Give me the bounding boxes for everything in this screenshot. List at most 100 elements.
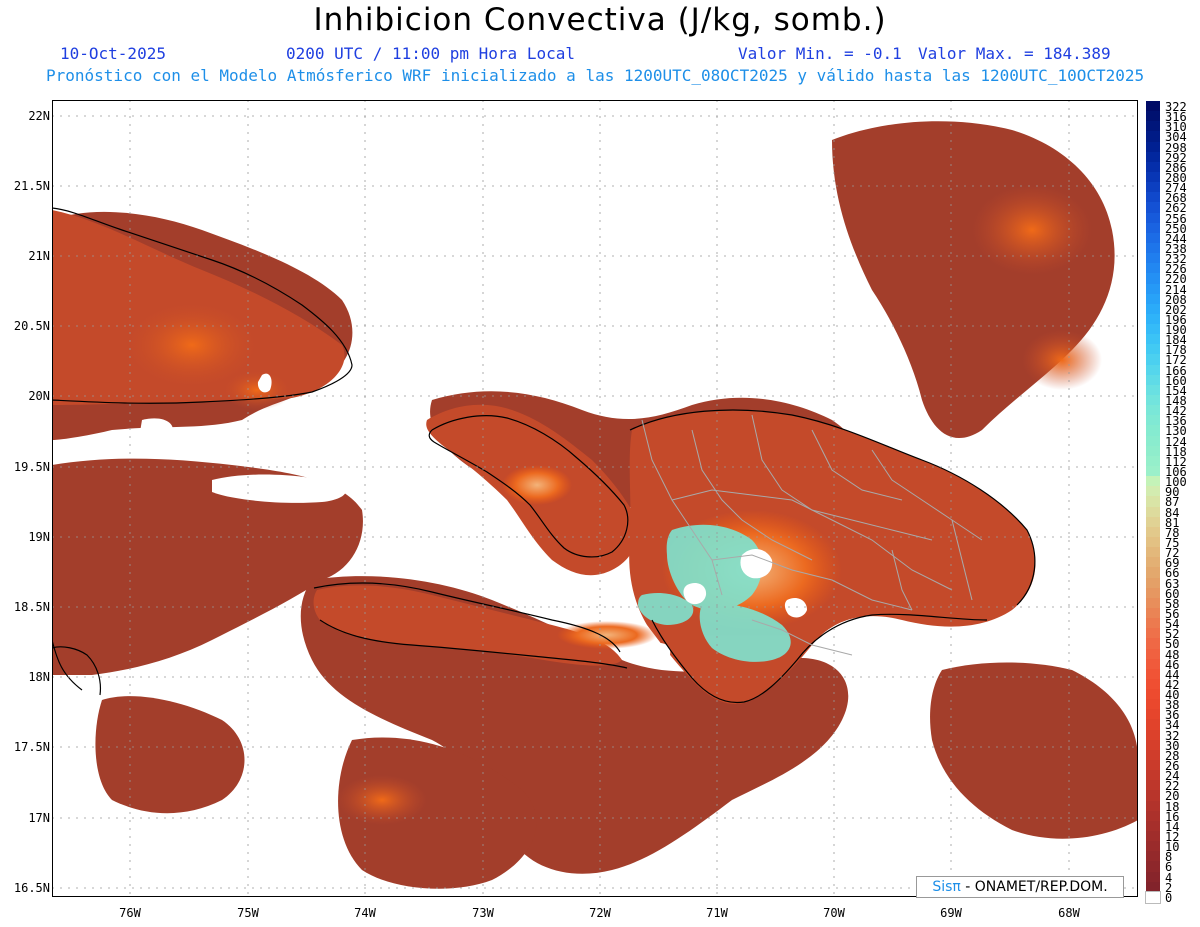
colorbar-segment [1146, 131, 1160, 143]
colorbar-segment [1146, 719, 1160, 731]
colorbar-segment [1146, 151, 1160, 163]
colorbar-segment [1146, 689, 1160, 700]
colorbar-segment [1146, 171, 1160, 183]
colorbar-segment [1146, 324, 1160, 335]
colorbar-segment [1146, 384, 1160, 396]
colorbar-segment [1146, 628, 1160, 639]
colorbar-segment [1146, 709, 1160, 721]
colorbar-segment [1146, 536, 1160, 548]
colorbar-segment [1146, 790, 1160, 802]
lat-label: 17N [28, 811, 50, 825]
colorbar-segment [1146, 202, 1160, 214]
colorbar-segment [1146, 395, 1160, 406]
colorbar-segment [1146, 466, 1160, 477]
colorbar-segment [1146, 800, 1160, 812]
colorbar-segment [1146, 516, 1160, 528]
colorbar-segment [1146, 851, 1160, 863]
colorbar-segment [1146, 881, 1160, 893]
value-min: Valor Min. = -0.1 [738, 44, 902, 63]
lat-label: 17.5N [13, 740, 50, 754]
colorbar-segment [1146, 780, 1160, 792]
colorbar-segment [1146, 749, 1160, 761]
colorbar [1145, 101, 1161, 904]
value-max: Valor Max. = 184.389 [918, 44, 1111, 63]
colorbar-segment [1146, 607, 1160, 619]
colorbar-segment [1146, 496, 1160, 508]
credit-box: Sisπ - ONAMET/REP.DOM. [916, 876, 1124, 898]
colorbar-segment [1146, 861, 1160, 873]
colorbar-segment [1146, 577, 1160, 589]
lon-label: 74W [354, 906, 376, 920]
colorbar-segment [1146, 253, 1160, 264]
credit-logo-text: Sisπ [932, 879, 961, 895]
colorbar-label: 0 [1165, 890, 1173, 905]
lat-label: 16.5N [13, 881, 50, 895]
credit-text: - ONAMET/REP.DOM. [960, 879, 1108, 895]
colorbar-segment [1146, 313, 1160, 325]
lon-label: 71W [706, 906, 728, 920]
forecast-subtitle: Pronóstico con el Modelo Atmósferico WRF… [46, 66, 1145, 85]
forecast-date: 10-Oct-2025 [60, 44, 166, 63]
colorbar-segment [1146, 101, 1160, 112]
colorbar-segment [1146, 729, 1160, 741]
colorbar-segment [1146, 597, 1160, 609]
colorbar-segment [1146, 739, 1160, 751]
lon-label: 70W [823, 906, 845, 920]
colorbar-segment [1145, 890, 1161, 904]
colorbar-segment [1146, 111, 1160, 122]
colorbar-segment [1146, 242, 1160, 254]
colorbar-segment [1146, 192, 1160, 203]
lon-label: 75W [237, 906, 259, 920]
lat-label: 18.5N [13, 600, 50, 614]
colorbar-segment [1146, 455, 1160, 467]
colorbar-segment [1146, 161, 1160, 173]
colorbar-segment [1146, 212, 1160, 224]
lat-label: 19N [28, 530, 50, 544]
colorbar-segment [1146, 770, 1160, 781]
colorbar-segment [1146, 232, 1160, 244]
lon-label: 68W [1058, 906, 1080, 920]
lat-label: 18N [28, 670, 50, 684]
colorbar-segment [1146, 678, 1160, 690]
colorbar-segment [1146, 374, 1160, 386]
colorbar-segment [1146, 526, 1160, 538]
colorbar-segment [1146, 273, 1160, 285]
colorbar-segment [1146, 618, 1160, 629]
lon-label: 73W [472, 906, 494, 920]
lon-label: 72W [589, 906, 611, 920]
colorbar-segment [1146, 820, 1160, 832]
lat-label: 22N [28, 109, 50, 123]
lon-label: 69W [940, 906, 962, 920]
colorbar-segment [1146, 182, 1160, 193]
colorbar-segment [1146, 293, 1160, 305]
colorbar-segment [1146, 506, 1160, 518]
colorbar-segment [1146, 557, 1160, 568]
cin-field-map [52, 100, 1138, 897]
colorbar-segment [1146, 354, 1160, 366]
map-title: Inhibicion Convectiva (J/kg, somb.) [313, 2, 887, 38]
colorbar-segment [1146, 121, 1160, 132]
colorbar-segment [1146, 283, 1160, 295]
colorbar-segment [1146, 658, 1160, 670]
colorbar-segment [1146, 415, 1160, 427]
colorbar-segment [1146, 810, 1160, 822]
lat-label: 20.5N [13, 319, 50, 333]
colorbar-segment [1146, 638, 1160, 650]
colorbar-segment [1146, 699, 1160, 710]
colorbar-segment [1146, 831, 1160, 842]
colorbar-segment [1146, 222, 1160, 234]
colorbar-segment [1146, 476, 1160, 487]
forecast-time: 0200 UTC / 11:00 pm Hora Local [286, 44, 575, 63]
colorbar-segment [1146, 303, 1160, 315]
colorbar-segment [1146, 263, 1160, 274]
colorbar-segment [1146, 486, 1160, 498]
colorbar-segment [1146, 344, 1160, 356]
lat-label: 21N [28, 249, 50, 263]
colorbar-segment [1146, 364, 1160, 376]
colorbar-segment [1146, 648, 1160, 660]
colorbar-segment [1146, 668, 1160, 680]
colorbar-segment [1146, 871, 1160, 883]
colorbar-segment [1146, 841, 1160, 852]
lat-label: 19.5N [13, 460, 50, 474]
colorbar-segment [1146, 334, 1160, 345]
